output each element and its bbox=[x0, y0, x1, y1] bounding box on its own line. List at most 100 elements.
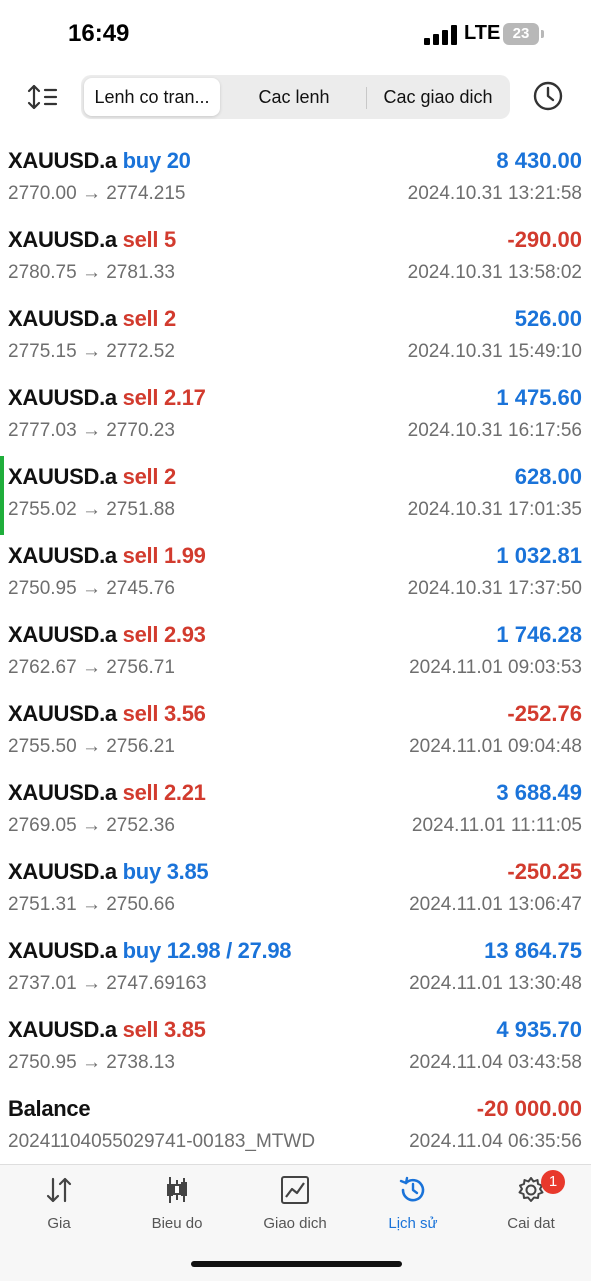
nav-settings-label: Cai dat bbox=[507, 1215, 555, 1232]
trade-title: XAUUSD.a sell 3.56 bbox=[8, 701, 206, 727]
nav-trade-label: Giao dich bbox=[263, 1215, 327, 1232]
trade-prices: 2770.00 → 2774.215 bbox=[8, 183, 186, 204]
trade-time: 2024.11.04 03:43:58 bbox=[409, 1052, 582, 1073]
trade-title: XAUUSD.a sell 1.99 bbox=[8, 543, 206, 569]
sort-icon[interactable] bbox=[26, 80, 62, 114]
trade-title: XAUUSD.a sell 2.93 bbox=[8, 622, 206, 648]
trade-symbol: XAUUSD.a bbox=[8, 543, 117, 568]
trade-title: XAUUSD.a buy 3.85 bbox=[8, 859, 209, 885]
trade-side: sell 5 bbox=[122, 227, 177, 252]
trade-time: 2024.10.31 16:17:56 bbox=[407, 420, 582, 441]
trade-profit: 1 475.60 bbox=[496, 385, 582, 410]
trade-symbol: XAUUSD.a bbox=[8, 385, 117, 410]
trade-row[interactable]: XAUUSD.a sell 2.93 1 746.28 2762.67 → 2756… bbox=[0, 614, 591, 693]
trade-title: XAUUSD.a sell 2.17 bbox=[8, 385, 206, 411]
status-bar: 16:49 LTE 23 bbox=[0, 0, 591, 70]
trade-prices: 2750.95 → 2745.76 bbox=[8, 578, 175, 599]
trade-title: XAUUSD.a sell 3.85 bbox=[8, 1017, 206, 1043]
trade-time: 2024.10.31 15:49:10 bbox=[407, 341, 582, 362]
clock-icon[interactable] bbox=[532, 80, 564, 112]
tab-open-positions[interactable]: Lenh co tran... bbox=[84, 78, 220, 116]
trade-side: sell 2 bbox=[122, 306, 177, 331]
nav-price-label: Gia bbox=[47, 1215, 71, 1232]
trade-row[interactable]: XAUUSD.a sell 2 526.00 2775.15 → 2772.52 20… bbox=[0, 298, 591, 377]
trade-time: 2024.11.01 09:03:53 bbox=[409, 657, 582, 678]
trade-prices: 2775.15 → 2772.52 bbox=[8, 341, 175, 362]
notification-badge: 1 bbox=[541, 1170, 565, 1194]
nav-chart-label: Bieu do bbox=[151, 1215, 203, 1232]
trade-side: buy 3.85 bbox=[122, 859, 209, 884]
trade-row[interactable]: Balance -20 000.00 20241104055029741-0018… bbox=[0, 1088, 591, 1167]
tab-orders[interactable]: Cac lenh bbox=[223, 78, 365, 116]
history-icon bbox=[398, 1175, 428, 1205]
nav-price[interactable]: Gia bbox=[0, 1175, 118, 1245]
tab-deals[interactable]: Cac giao dich bbox=[368, 78, 508, 116]
trade-side: sell 1.99 bbox=[122, 543, 206, 568]
trade-prices: 2737.01 → 2747.69163 bbox=[8, 973, 207, 994]
trade-profit: 526.00 bbox=[514, 306, 582, 331]
trade-side: buy 20 bbox=[122, 148, 191, 173]
nav-settings[interactable]: Cai dat bbox=[472, 1175, 590, 1245]
home-indicator bbox=[191, 1261, 402, 1267]
trade-symbol: XAUUSD.a bbox=[8, 148, 117, 173]
nav-history[interactable]: Lịch sử bbox=[354, 1175, 472, 1245]
trade-side: sell 2 bbox=[122, 464, 177, 489]
toolbar: Lenh co tran... Cac lenh Cac giao dich bbox=[0, 70, 591, 126]
trade-row[interactable]: XAUUSD.a sell 1.99 1 032.81 2750.95 → 2745… bbox=[0, 535, 591, 614]
trade-prices: 2762.67 → 2756.71 bbox=[8, 657, 175, 678]
trade-side: sell 2.21 bbox=[122, 780, 206, 805]
trade-symbol: XAUUSD.a bbox=[8, 464, 117, 489]
trade-side: sell 3.85 bbox=[122, 1017, 206, 1042]
trade-row[interactable]: XAUUSD.a buy 20 8 430.00 2770.00 → 2774.21… bbox=[0, 140, 591, 219]
trade-time: 2024.11.01 09:04:48 bbox=[409, 736, 582, 757]
trade-side: sell 2.17 bbox=[122, 385, 206, 410]
trade-symbol: XAUUSD.a bbox=[8, 780, 117, 805]
trade-row[interactable]: XAUUSD.a sell 2.17 1 475.60 2777.03 → 2770… bbox=[0, 377, 591, 456]
battery-level: 23 bbox=[512, 25, 530, 42]
trade-time: 2024.11.01 13:06:47 bbox=[409, 894, 582, 915]
trade-symbol: XAUUSD.a bbox=[8, 938, 117, 963]
trade-prices: 2780.75 → 2781.33 bbox=[8, 262, 175, 283]
trade-title: XAUUSD.a buy 12.98 / 27.98 bbox=[8, 938, 292, 964]
trade-profit: -20 000.00 bbox=[476, 1096, 582, 1121]
trade-symbol: XAUUSD.a bbox=[8, 622, 117, 647]
trade-time: 2024.11.04 06:35:56 bbox=[409, 1131, 582, 1152]
trade-time: 2024.10.31 13:58:02 bbox=[407, 262, 582, 283]
trade-time: 2024.10.31 17:01:35 bbox=[407, 499, 582, 520]
trade-prices: 20241104055029741-00183_MTWD bbox=[8, 1131, 316, 1152]
trade-profit: -290.00 bbox=[507, 227, 582, 252]
trade-profit: 3 688.49 bbox=[496, 780, 582, 805]
tab-divider bbox=[366, 87, 367, 109]
candlestick-icon bbox=[162, 1175, 192, 1205]
selection-marker bbox=[0, 456, 4, 535]
trade-row[interactable]: XAUUSD.a buy 3.85 -250.25 2751.31 → 2750.6… bbox=[0, 851, 591, 930]
signal-icon bbox=[424, 25, 458, 45]
trade-symbol: XAUUSD.a bbox=[8, 227, 117, 252]
battery-icon: 23 bbox=[503, 23, 539, 45]
segmented-control: Lenh co tran... Cac lenh Cac giao dich bbox=[81, 75, 510, 119]
trade-time: 2024.11.01 13:30:48 bbox=[409, 973, 582, 994]
trade-symbol: XAUUSD.a bbox=[8, 1017, 117, 1042]
trade-row[interactable]: XAUUSD.a sell 3.85 4 935.70 2750.95 → 2738… bbox=[0, 1009, 591, 1088]
chart-line-icon bbox=[280, 1175, 310, 1205]
trade-row[interactable]: XAUUSD.a buy 12.98 / 27.98 13 864.75 2737.… bbox=[0, 930, 591, 1009]
network-label: LTE bbox=[464, 22, 501, 44]
nav-chart[interactable]: Bieu do bbox=[118, 1175, 236, 1245]
trade-title: XAUUSD.a sell 2.21 bbox=[8, 780, 206, 806]
trade-prices: 2777.03 → 2770.23 bbox=[8, 420, 175, 441]
trade-profit: 8 430.00 bbox=[496, 148, 582, 173]
trade-list: XAUUSD.a buy 20 8 430.00 2770.00 → 2774.21… bbox=[0, 140, 591, 1167]
trade-row[interactable]: XAUUSD.a sell 5 -290.00 2780.75 → 2781.33 2… bbox=[0, 219, 591, 298]
nav-trade[interactable]: Giao dich bbox=[236, 1175, 354, 1245]
trade-side: sell 3.56 bbox=[122, 701, 206, 726]
trade-row[interactable]: XAUUSD.a sell 3.56 -252.76 2755.50 → 2756.… bbox=[0, 693, 591, 772]
trade-title: Balance bbox=[8, 1096, 91, 1122]
trade-profit: 13 864.75 bbox=[484, 938, 582, 963]
trade-row[interactable]: XAUUSD.a sell 2 628.00 2755.02 → 2751.88 20… bbox=[0, 456, 591, 535]
trade-symbol: Balance bbox=[8, 1096, 91, 1121]
trade-profit: -250.25 bbox=[507, 859, 582, 884]
trade-side: buy 12.98 / 27.98 bbox=[122, 938, 292, 963]
trade-row[interactable]: XAUUSD.a sell 2.21 3 688.49 2769.05 → 2752… bbox=[0, 772, 591, 851]
trade-side: sell 2.93 bbox=[122, 622, 206, 647]
battery-tip bbox=[541, 30, 544, 38]
